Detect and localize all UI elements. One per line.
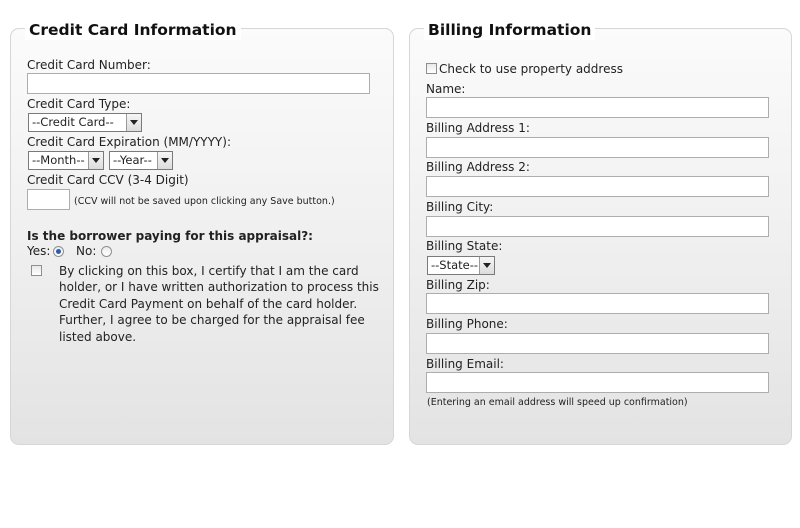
billing-state-select[interactable]: --State-- xyxy=(427,256,495,275)
billing-zip-label: Billing Zip: xyxy=(426,278,490,292)
card-number-label: Credit Card Number: xyxy=(27,58,151,72)
billing-title: Billing Information xyxy=(424,20,596,40)
card-type-value: --Credit Card-- xyxy=(32,115,114,129)
certify-text: By clicking on this box, I certify that … xyxy=(59,264,379,344)
card-ccv-input[interactable] xyxy=(27,189,70,210)
expiration-year-select[interactable]: --Year-- xyxy=(109,151,173,170)
card-number-input[interactable] xyxy=(27,73,370,94)
billing-zip-input[interactable] xyxy=(426,293,769,314)
use-property-address-checkbox[interactable] xyxy=(426,63,437,74)
billing-city-label: Billing City: xyxy=(426,200,494,214)
yes-radio[interactable] xyxy=(53,246,64,257)
credit-card-title: Credit Card Information xyxy=(25,20,241,40)
billing-name-input[interactable] xyxy=(426,97,769,118)
billing-city-input[interactable] xyxy=(426,216,769,237)
billing-email-label: Billing Email: xyxy=(426,357,504,371)
billing-phone-input[interactable] xyxy=(426,333,769,354)
card-expiration-label: Credit Card Expiration (MM/YYYY): xyxy=(27,135,231,149)
billing-address1-input[interactable] xyxy=(426,137,769,158)
billing-state-label: Billing State: xyxy=(426,239,503,253)
expiration-year-value: --Year-- xyxy=(113,153,152,167)
billing-address1-label: Billing Address 1: xyxy=(426,121,530,135)
billing-email-note: (Entering an email address will speed up… xyxy=(427,397,688,408)
no-label: No: xyxy=(76,244,97,258)
no-radio[interactable] xyxy=(101,246,112,257)
expiration-month-select[interactable]: --Month-- xyxy=(28,151,104,170)
chevron-down-icon xyxy=(126,114,141,131)
borrower-question: Is the borrower paying for this appraisa… xyxy=(27,229,313,243)
billing-phone-label: Billing Phone: xyxy=(426,317,508,331)
billing-address2-label: Billing Address 2: xyxy=(426,160,530,174)
chevron-down-icon xyxy=(88,152,103,169)
billing-address2-input[interactable] xyxy=(426,176,769,197)
card-ccv-label: Credit Card CCV (3-4 Digit) xyxy=(27,173,189,187)
use-property-address-label: Check to use property address xyxy=(439,62,623,76)
chevron-down-icon xyxy=(157,152,172,169)
billing-state-value: --State-- xyxy=(431,258,479,272)
expiration-month-value: --Month-- xyxy=(32,153,85,167)
billing-name-label: Name: xyxy=(426,82,466,96)
ccv-note: (CCV will not be saved upon clicking any… xyxy=(74,196,335,207)
yes-label: Yes: xyxy=(27,244,51,258)
card-type-select[interactable]: --Credit Card-- xyxy=(28,113,142,132)
billing-email-input[interactable] xyxy=(426,372,769,393)
certify-checkbox[interactable] xyxy=(31,265,42,276)
chevron-down-icon xyxy=(479,257,494,274)
card-type-label: Credit Card Type: xyxy=(27,97,131,111)
